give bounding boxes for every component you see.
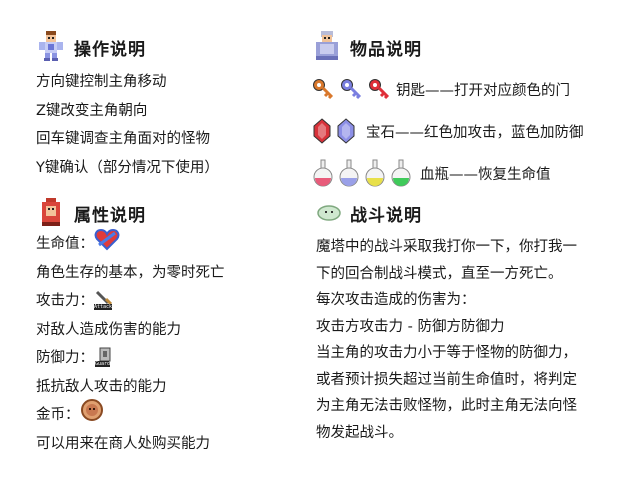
atk-desc: 对敌人造成伤害的能力 bbox=[36, 321, 181, 338]
battle-line: 物发起战斗。 bbox=[316, 424, 403, 441]
gems-row: 宝石——红色加攻击，蓝色加防御 bbox=[312, 110, 584, 152]
potion-icon bbox=[339, 159, 359, 187]
items-title: 物品说明 bbox=[350, 39, 422, 60]
battle-line: 魔塔中的战斗采取我打你一下，你打我一 bbox=[316, 239, 577, 255]
battle-header: 战斗说明 bbox=[316, 196, 577, 230]
battle-line: 攻击方攻击力 - 防御方防御力 bbox=[316, 318, 505, 335]
controls-section: 操作说明 方向键控制主角移动 Z键改变主角朝向 回车键调查主角面对的怪物 Y键确… bbox=[36, 30, 219, 182]
battle-line: 当主角的攻击力小于等于怪物的防御力， bbox=[316, 345, 577, 361]
red-bag-icon bbox=[36, 195, 66, 231]
slime-icon bbox=[316, 200, 342, 226]
hp-label: 生命值： bbox=[36, 236, 94, 252]
battle-line: 或者预计损失超过当前生命值时，将判定 bbox=[316, 371, 577, 388]
items-section: 物品说明 钥匙——打开对应颜色的门 宝石——红色加攻击，蓝色加防御 血瓶——恢复… bbox=[312, 30, 584, 194]
gold-label: 金币： bbox=[36, 407, 80, 423]
merchant-icon bbox=[312, 29, 342, 65]
attack-icon: Attack bbox=[94, 290, 116, 312]
gem-icon bbox=[313, 118, 331, 144]
gems-label: 宝石——红色加攻击，蓝色加防御 bbox=[366, 124, 584, 141]
controls-line: Z键改变主角朝向 bbox=[36, 102, 148, 119]
hp-desc: 角色生存的基本，为零时死亡 bbox=[36, 264, 225, 281]
battle-line: 为主角无法击败怪物，此时主角无法向怪 bbox=[316, 398, 577, 414]
attack-icon-text: Attack bbox=[94, 304, 113, 311]
gem-icon bbox=[337, 118, 355, 144]
controls-title: 操作说明 bbox=[74, 39, 146, 60]
potions-label: 血瓶——恢复生命值 bbox=[420, 166, 551, 183]
battle-line: 下的回合制战斗模式，直至一方死亡。 bbox=[316, 265, 563, 282]
guard-icon-text: Guard bbox=[95, 361, 111, 368]
keys-label: 钥匙——打开对应颜色的门 bbox=[396, 82, 570, 99]
def-label: 防御力： bbox=[36, 350, 94, 366]
key-icon bbox=[341, 79, 362, 100]
potion-icon bbox=[365, 159, 385, 187]
key-icon bbox=[313, 79, 334, 100]
battle-section: 战斗说明 魔塔中的战斗采取我打你一下，你打我一 下的回合制战斗模式，直至一方死亡… bbox=[316, 196, 577, 446]
guard-icon: Guard bbox=[94, 347, 116, 369]
attributes-header: 属性说明 bbox=[36, 196, 225, 230]
key-icon bbox=[369, 79, 390, 100]
def-row: 防御力： Guard bbox=[36, 344, 225, 373]
gold-coin-icon bbox=[80, 398, 104, 433]
battle-title: 战斗说明 bbox=[350, 205, 422, 226]
controls-line: 方向键控制主角移动 bbox=[36, 74, 167, 90]
attributes-title: 属性说明 bbox=[74, 205, 146, 226]
potion-icon bbox=[391, 159, 411, 187]
gold-desc: 可以用来在商人处购买能力 bbox=[36, 435, 210, 452]
atk-label: 攻击力： bbox=[36, 293, 94, 309]
items-header: 物品说明 bbox=[312, 30, 584, 64]
attributes-section: 属性说明 生命值： 角色生存的基本，为零时死亡 攻击力： Attack 对敌人造… bbox=[36, 196, 225, 458]
keys-row: 钥匙——打开对应颜色的门 bbox=[312, 68, 584, 110]
def-desc: 抵抗敌人攻击的能力 bbox=[36, 378, 167, 395]
gold-row: 金币： bbox=[36, 398, 225, 433]
controls-header: 操作说明 bbox=[36, 30, 219, 64]
controls-line: 回车键调查主角面对的怪物 bbox=[36, 131, 210, 147]
hero-knight-icon bbox=[36, 29, 66, 65]
controls-line: Y键确认（部分情况下使用） bbox=[36, 159, 219, 176]
potions-row: 血瓶——恢复生命值 bbox=[312, 152, 584, 194]
battle-line: 每次攻击造成的伤害为： bbox=[316, 292, 476, 308]
heart-icon bbox=[94, 227, 120, 262]
hp-row: 生命值： bbox=[36, 227, 225, 262]
atk-row: 攻击力： Attack bbox=[36, 287, 225, 316]
potion-icon bbox=[313, 159, 333, 187]
